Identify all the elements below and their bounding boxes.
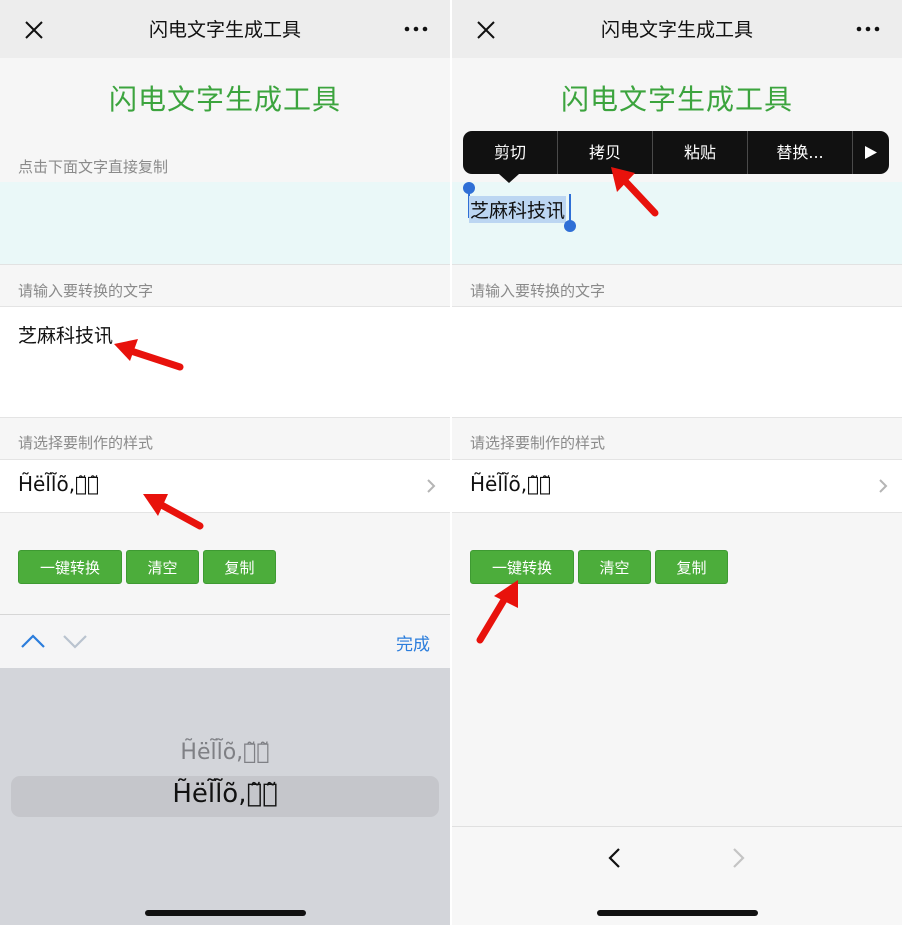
context-menu: 剪切 拷贝 粘贴 替换... xyxy=(463,131,889,174)
annotation-arrow xyxy=(114,339,184,371)
more-icon[interactable] xyxy=(404,22,428,36)
style-value: H̃ël̃l̃õ,你̃好̃ xyxy=(470,472,552,496)
style-select[interactable]: H̃ël̃l̃õ,你̃好̃ xyxy=(0,459,450,513)
style-select[interactable]: H̃ël̃l̃õ,你̃好̃ xyxy=(452,459,902,513)
app-title: 闪电文字生成工具 xyxy=(560,83,793,116)
input-label: 请输入要转换的文字 xyxy=(470,282,606,300)
style-label: 请选择要制作的样式 xyxy=(18,434,154,452)
input-value[interactable]: 芝麻科技讯 xyxy=(18,321,113,348)
navbar: 闪电文字生成工具 xyxy=(0,0,450,58)
text-input[interactable] xyxy=(452,306,902,418)
chevron-up-icon[interactable] xyxy=(20,633,46,649)
output-area[interactable] xyxy=(0,182,450,265)
back-icon[interactable] xyxy=(607,847,623,869)
nav-title: 闪电文字生成工具 xyxy=(148,19,301,41)
annotation-arrow xyxy=(611,167,659,217)
output-label: 点击下面文字直接复制 xyxy=(18,158,169,176)
left-screen: 闪电文字生成工具 闪电文字生成工具 点击下面文字直接复制 请输入要转换的文字 芝… xyxy=(0,0,450,925)
annotation-arrow xyxy=(476,580,518,644)
copy-button[interactable]: 复制 xyxy=(655,550,728,584)
home-indicator xyxy=(145,910,306,916)
selection-handle-end[interactable] xyxy=(564,220,576,232)
chevron-down-icon[interactable] xyxy=(62,633,88,649)
menu-paste[interactable]: 粘贴 xyxy=(653,131,747,174)
chevron-right-icon xyxy=(879,479,888,493)
chevron-right-icon xyxy=(427,479,436,493)
style-value: H̃ël̃l̃õ,你̃好̃ xyxy=(18,472,100,496)
right-screen: 闪电文字生成工具 闪电文字生成工具 芝麻科技讯 剪切 拷贝 粘贴 替换... 请… xyxy=(452,0,902,925)
clear-button[interactable]: 清空 xyxy=(126,550,199,584)
output-area[interactable]: 芝麻科技讯 xyxy=(452,182,902,265)
picker-option[interactable]: H̃ël̃l̃õ,你̃好̃ xyxy=(0,740,450,765)
nav-title: 闪电文字生成工具 xyxy=(600,19,753,41)
home-indicator xyxy=(597,910,758,916)
copy-button[interactable]: 复制 xyxy=(203,550,276,584)
style-label: 请选择要制作的样式 xyxy=(470,434,606,452)
play-triangle-icon[interactable] xyxy=(864,145,878,160)
forward-icon[interactable] xyxy=(730,847,746,869)
style-picker[interactable]: H̃ël̃l̃õ,你̃好̃ H̃ël̃l̃õ,你̃好̃ xyxy=(0,668,450,925)
selected-output-text[interactable]: 芝麻科技讯 xyxy=(469,196,567,223)
more-icon[interactable] xyxy=(856,22,880,36)
selection-handle-start[interactable] xyxy=(463,182,475,194)
annotation-arrow xyxy=(143,494,204,530)
done-button[interactable]: 完成 xyxy=(396,630,430,655)
menu-replace[interactable]: 替换... xyxy=(748,131,852,174)
menu-separator xyxy=(852,131,853,174)
clear-button[interactable]: 清空 xyxy=(578,550,651,584)
input-label: 请输入要转换的文字 xyxy=(18,282,154,300)
navbar: 闪电文字生成工具 xyxy=(452,0,902,58)
picker-selected-option[interactable]: H̃ël̃l̃õ,你̃好̃ xyxy=(0,779,450,809)
selection-caret-end xyxy=(569,194,571,222)
keyboard-toolbar: 完成 xyxy=(0,614,450,669)
context-menu-pointer xyxy=(499,174,519,183)
text-input[interactable]: 芝麻科技讯 xyxy=(0,306,450,418)
convert-button[interactable]: 一键转换 xyxy=(18,550,122,584)
app-title: 闪电文字生成工具 xyxy=(108,83,341,116)
menu-cut[interactable]: 剪切 xyxy=(463,131,557,174)
